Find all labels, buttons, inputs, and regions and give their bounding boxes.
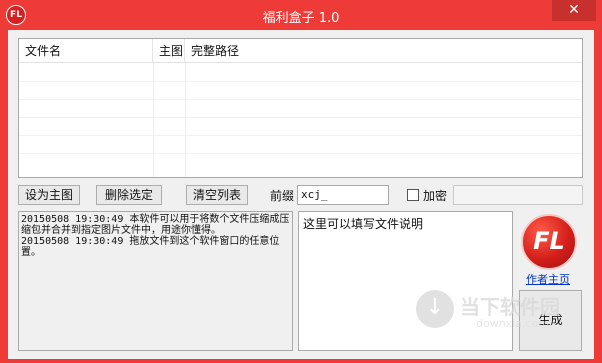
column-header-filename[interactable]: 文件名 [19, 39, 153, 63]
encrypt-label: 加密 [423, 189, 448, 203]
encrypt-password-input[interactable] [453, 185, 583, 205]
column-header-main-image[interactable]: 主图 [153, 39, 185, 63]
download-arrow-icon: ↓ [416, 290, 454, 328]
encrypt-checkbox[interactable] [407, 189, 419, 201]
close-button[interactable]: ✕ [552, 0, 596, 21]
file-list[interactable]: 文件名 主图 完整路径 [18, 38, 583, 178]
column-header-full-path[interactable]: 完整路径 [185, 39, 583, 63]
toolbar: 设为主图 删除选定 清空列表 前缀 xcj_ 加密 [18, 185, 583, 205]
log-line: 20150508 19:30:49 拖放文件到这个软件窗口的任意位置。 [21, 236, 280, 258]
file-list-header: 文件名 主图 完整路径 [19, 39, 582, 63]
watermark-url: downxia.com [476, 317, 549, 330]
row-divider [19, 81, 582, 82]
fl-logo: FL [521, 214, 577, 270]
set-main-image-button[interactable]: 设为主图 [18, 185, 80, 205]
watermark-text: 当下软件园 [460, 295, 560, 319]
row-divider [19, 135, 582, 136]
row-divider [19, 99, 582, 100]
prefix-input[interactable]: xcj_ [297, 185, 389, 205]
delete-selected-button[interactable]: 删除选定 [96, 185, 162, 205]
row-divider [19, 117, 582, 118]
author-homepage-link[interactable]: 作者主页 [526, 271, 570, 287]
log-line: 20150508 19:30:49 本软件可以用于将数个文件压缩成压缩包并合并到… [21, 214, 290, 236]
log-output[interactable]: 20150508 19:30:49 本软件可以用于将数个文件压缩成压缩包并合并到… [18, 211, 293, 351]
watermark: ↓ 当下软件园 downxia.com [416, 290, 596, 356]
row-divider [19, 153, 582, 154]
clear-list-button[interactable]: 清空列表 [186, 185, 248, 205]
prefix-label: 前缀 [270, 189, 295, 203]
title-bar: FL 福利盒子 1.0 ✕ [0, 0, 602, 30]
window-title: 福利盒子 1.0 [262, 11, 340, 26]
app-window: FL 福利盒子 1.0 ✕ 文件名 主图 完整路径 设为主图 删除选定 清空列表… [0, 0, 602, 363]
